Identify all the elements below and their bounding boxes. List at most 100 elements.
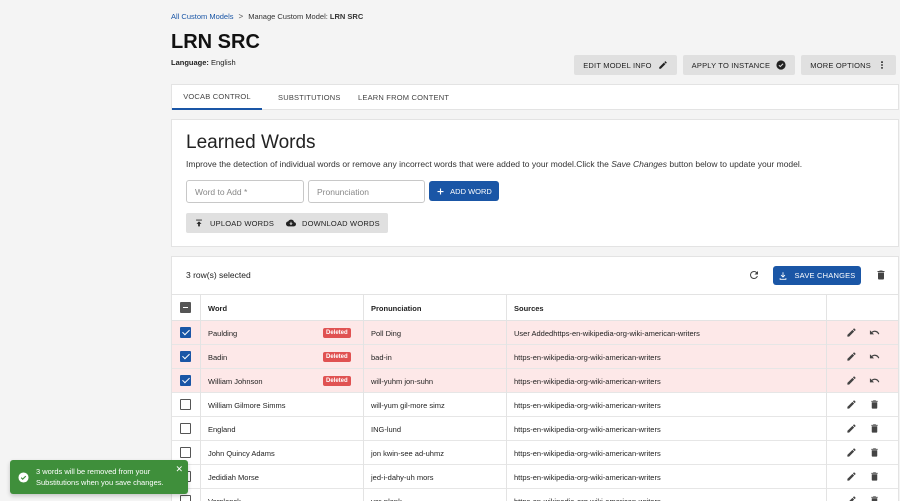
- words-table-card: 3 row(s) selected SAVE CHANGES Word Pron…: [171, 256, 899, 501]
- more-options-button[interactable]: MORE OPTIONS: [801, 55, 896, 75]
- column-divider: [506, 295, 507, 321]
- cloud-download-icon: [286, 219, 296, 227]
- table-row[interactable]: Jedidiah Morse jed-i-dahy-uh mors https-en…: [172, 465, 898, 489]
- column-divider: [506, 489, 507, 501]
- plus-icon: [437, 188, 444, 194]
- table-row[interactable]: John Quincy Adams jon kwin-see ad-uhmz htt…: [172, 441, 898, 465]
- page-title: LRN SRC: [171, 31, 260, 53]
- table-row[interactable]: Verplanck ver-plank https-en-wikipedia-org…: [172, 489, 898, 501]
- breadcrumb-link-all-models[interactable]: All Custom Models: [171, 12, 234, 21]
- add-word-button[interactable]: ADD WORD: [429, 181, 499, 201]
- column-divider: [363, 393, 364, 417]
- row-checkbox[interactable]: [180, 351, 191, 362]
- more-vert-icon: [881, 61, 883, 69]
- edit-icon[interactable]: [846, 495, 857, 501]
- edit-icon[interactable]: [846, 399, 857, 410]
- header-pronunciation[interactable]: Pronunciation: [371, 295, 421, 321]
- edit-icon[interactable]: [846, 351, 857, 362]
- column-divider: [363, 441, 364, 465]
- column-divider: [506, 465, 507, 489]
- cell-word: William Gilmore Simms: [208, 400, 286, 410]
- row-checkbox[interactable]: [180, 495, 191, 501]
- delete-icon[interactable]: [869, 471, 880, 482]
- header-word[interactable]: Word: [208, 295, 227, 321]
- refresh-icon[interactable]: [748, 269, 760, 281]
- selected-count: 3 row(s) selected: [186, 270, 251, 280]
- breadcrumb: All Custom Models > Manage Custom Model:…: [171, 12, 363, 21]
- tab-learn-from-content[interactable]: LEARN FROM CONTENT: [358, 85, 449, 110]
- column-divider: [826, 369, 827, 393]
- column-divider: [363, 489, 364, 501]
- cell-pronunciation: ver-plank: [371, 496, 402, 501]
- breadcrumb-current-prefix: Manage Custom Model:: [248, 12, 328, 21]
- language-value: English: [211, 58, 236, 67]
- row-checkbox[interactable]: [180, 423, 191, 434]
- edit-icon[interactable]: [846, 327, 857, 338]
- table-row[interactable]: William Gilmore Simms will-yum gil-more s…: [172, 393, 898, 417]
- word-to-add-input[interactable]: Word to Add *: [186, 180, 304, 203]
- table-row[interactable]: Badin Deleted bad-in https-en-wikipedia-org…: [172, 345, 898, 369]
- column-divider: [363, 345, 364, 369]
- row-checkbox[interactable]: [180, 327, 191, 338]
- delete-icon[interactable]: [869, 495, 880, 501]
- language-label: Language:: [171, 58, 209, 67]
- more-options-label: MORE OPTIONS: [810, 60, 871, 70]
- column-divider: [200, 369, 201, 393]
- table-row[interactable]: Paulding Deleted Poll Ding User Addedhttps-…: [172, 321, 898, 345]
- column-divider: [363, 321, 364, 345]
- learned-words-card: Learned Words Improve the detection of i…: [171, 119, 899, 247]
- breadcrumb-separator: >: [238, 12, 244, 21]
- undo-icon[interactable]: [869, 351, 880, 362]
- cell-word: John Quincy Adams: [208, 448, 275, 458]
- close-icon[interactable]: ✕: [175, 464, 183, 475]
- row-checkbox[interactable]: [180, 447, 191, 458]
- delete-selected-icon[interactable]: [875, 269, 887, 281]
- delete-icon[interactable]: [869, 423, 880, 434]
- edit-icon[interactable]: [846, 447, 857, 458]
- tab-vocab-control[interactable]: VOCAB CONTROL: [172, 85, 262, 110]
- check-circle-icon: [776, 60, 786, 70]
- undo-icon[interactable]: [869, 375, 880, 386]
- language-line: Language: English: [171, 58, 236, 67]
- column-divider: [826, 393, 827, 417]
- column-divider: [363, 465, 364, 489]
- header-sources[interactable]: Sources: [514, 295, 544, 321]
- edit-model-info-label: EDIT MODEL INFO: [583, 60, 652, 70]
- edit-model-info-button[interactable]: EDIT MODEL INFO: [574, 55, 677, 75]
- edit-icon[interactable]: [846, 471, 857, 482]
- row-checkbox[interactable]: [180, 375, 191, 386]
- upload-words-button[interactable]: UPLOAD WORDS: [186, 213, 283, 233]
- delete-icon[interactable]: [869, 399, 880, 410]
- undo-icon[interactable]: [869, 327, 880, 338]
- column-divider: [200, 465, 201, 489]
- download-words-button[interactable]: DOWNLOAD WORDS: [278, 213, 388, 233]
- table-row[interactable]: William Johnson Deleted will-yuhm jon-suhn…: [172, 369, 898, 393]
- description-text-1: Improve the detection of individual word…: [186, 159, 612, 169]
- column-divider: [506, 417, 507, 441]
- cell-pronunciation: jon kwin-see ad-uhmz: [371, 448, 444, 458]
- column-divider: [826, 417, 827, 441]
- breadcrumb-current: Manage Custom Model: LRN SRC: [248, 12, 363, 21]
- cell-pronunciation: will-yuhm jon-suhn: [371, 376, 434, 386]
- column-divider: [506, 393, 507, 417]
- cell-sources: https-en-wikipedia-org-wiki-american-wri…: [514, 448, 661, 458]
- pronunciation-input[interactable]: Pronunciation: [308, 180, 425, 203]
- row-checkbox[interactable]: [180, 399, 191, 410]
- toast-message: 3 words will be removed from your Substi…: [36, 467, 164, 487]
- delete-icon[interactable]: [869, 447, 880, 458]
- edit-icon[interactable]: [846, 375, 857, 386]
- column-divider: [506, 441, 507, 465]
- apply-to-instance-button[interactable]: APPLY TO INSTANCE: [682, 55, 796, 75]
- edit-icon[interactable]: [846, 423, 857, 434]
- column-divider: [200, 345, 201, 369]
- deleted-badge: Deleted: [323, 328, 351, 338]
- description-italic: Save Changes: [611, 159, 667, 169]
- pencil-icon: [658, 61, 667, 69]
- description-text-2: button below to update your model.: [666, 159, 803, 169]
- download-words-label: DOWNLOAD WORDS: [302, 218, 380, 228]
- table-header: Word Pronunciation Sources: [172, 294, 898, 321]
- save-changes-button[interactable]: SAVE CHANGES: [773, 266, 861, 285]
- select-all-checkbox[interactable]: [180, 302, 191, 313]
- table-row[interactable]: England ING-lund https-en-wikipedia-org-wi…: [172, 417, 898, 441]
- tab-substitutions[interactable]: SUBSTITUTIONS: [278, 85, 341, 110]
